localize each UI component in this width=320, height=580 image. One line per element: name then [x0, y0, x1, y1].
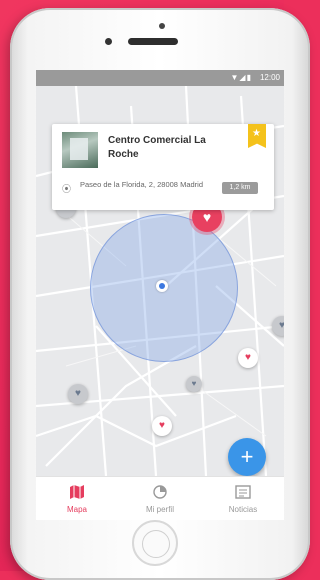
- status-bar: ▼◢▮ 12:00: [36, 70, 284, 86]
- tab-mapa[interactable]: Mapa: [36, 477, 118, 520]
- place-address: Paseo de la Florida, 2, 28008 Madrid: [80, 180, 203, 189]
- profile-icon: [153, 485, 167, 499]
- current-location-icon: [156, 280, 168, 292]
- map-marker-heart-icon[interactable]: ♥: [238, 348, 258, 368]
- map-view[interactable]: ♥ ♥ ♥ ♥ ♥ ♥ ♥ Centro Comercial La Roche …: [36, 86, 284, 502]
- place-thumbnail: [62, 132, 98, 168]
- map-icon: [70, 485, 84, 499]
- tab-label: Noticias: [228, 505, 258, 514]
- place-card[interactable]: Centro Comercial La Roche ★ ⦿ Paseo de l…: [52, 124, 274, 210]
- front-camera-icon: [159, 23, 165, 29]
- map-marker-heart-icon[interactable]: ♥: [152, 416, 172, 436]
- home-button[interactable]: [132, 520, 178, 566]
- speaker-grille: [128, 38, 178, 45]
- bottom-tab-bar: Mapa Mi perfil Noticias: [36, 476, 284, 520]
- add-button[interactable]: +: [228, 438, 266, 476]
- tab-noticias[interactable]: Noticias: [202, 477, 284, 520]
- status-time: 12:00: [259, 73, 280, 82]
- location-pin-icon: ⦿: [62, 184, 72, 194]
- news-icon: [235, 485, 251, 499]
- tab-label: Mi perfil: [145, 505, 174, 514]
- tab-label: Mapa: [66, 505, 87, 514]
- app-screen: ▼◢▮ 12:00 ♥ ♥ ♥ ♥ ♥ ♥ Centro Comercial L…: [36, 70, 284, 520]
- tab-mi-perfil[interactable]: Mi perfil: [119, 477, 201, 520]
- bookmark-button[interactable]: ★: [248, 124, 266, 148]
- status-icons: ▼◢▮: [230, 73, 252, 82]
- place-title: Centro Comercial La Roche: [108, 135, 206, 160]
- map-marker-heart-icon[interactable]: ♥: [186, 376, 202, 392]
- distance-badge: 1,2 km: [222, 182, 258, 194]
- star-icon: ★: [252, 128, 261, 139]
- map-marker-heart-icon[interactable]: ♥: [68, 384, 88, 404]
- camera-icon: [105, 38, 112, 45]
